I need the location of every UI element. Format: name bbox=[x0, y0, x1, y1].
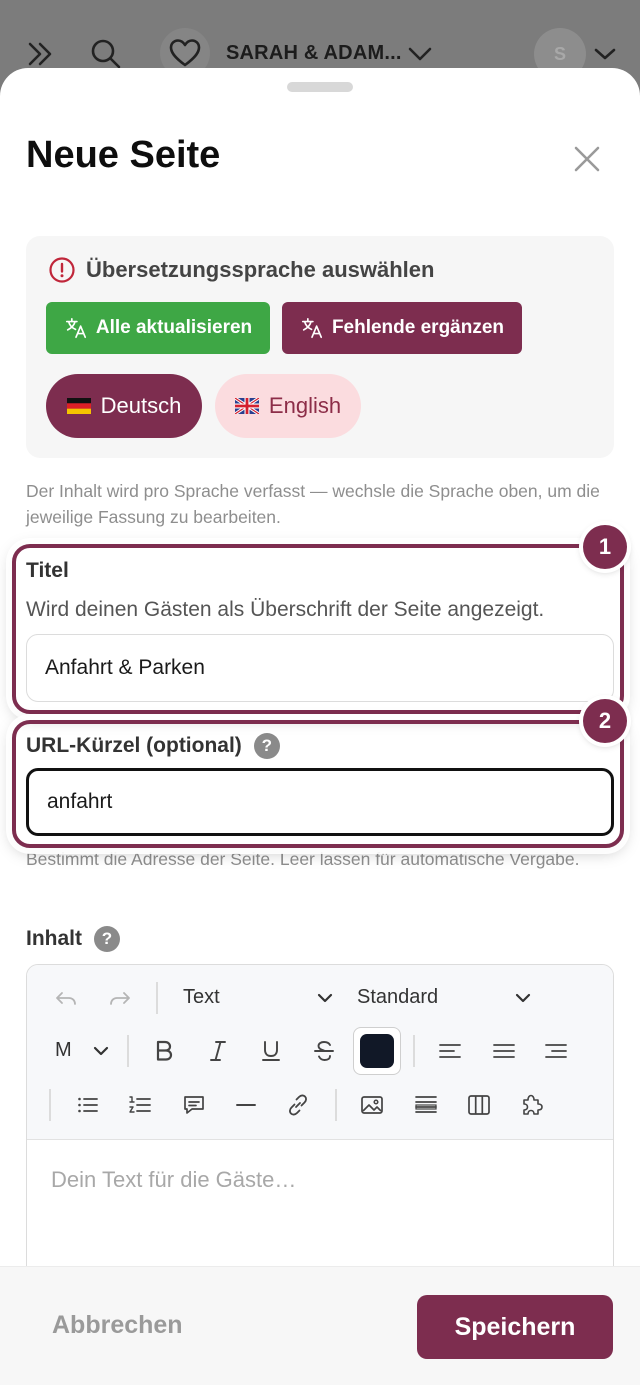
help-icon[interactable]: ? bbox=[94, 926, 120, 952]
search-icon[interactable] bbox=[88, 36, 124, 72]
content-label: Inhalt bbox=[26, 927, 82, 950]
quote-icon[interactable] bbox=[179, 1090, 209, 1120]
translation-heading: Übersetzungssprache auswählen bbox=[48, 256, 434, 284]
horizontal-rule-icon[interactable] bbox=[231, 1090, 261, 1120]
toolbar-divider bbox=[127, 1035, 129, 1067]
puzzle-icon[interactable] bbox=[517, 1090, 547, 1120]
fill-missing-label: Fehlende ergänzen bbox=[331, 317, 505, 338]
slug-label-row: URL-Kürzel (optional) ? bbox=[26, 733, 280, 759]
update-all-button[interactable]: Alle aktualisieren bbox=[46, 302, 270, 354]
block-type-value: Text bbox=[183, 986, 220, 1008]
step-badge-2: 2 bbox=[583, 699, 627, 743]
close-icon[interactable] bbox=[568, 140, 606, 178]
editor-toolbar: Text Standard M bbox=[27, 965, 613, 1140]
chevron-down-icon bbox=[93, 1046, 109, 1055]
event-name[interactable]: SARAH & ADAM... bbox=[226, 42, 402, 65]
save-button[interactable]: Speichern bbox=[417, 1295, 613, 1359]
content-label-row: Inhalt ? bbox=[26, 926, 120, 952]
avatar-chevron-icon[interactable] bbox=[590, 36, 620, 72]
translate-icon bbox=[301, 317, 322, 339]
link-icon[interactable] bbox=[283, 1090, 313, 1120]
align-center-icon[interactable] bbox=[489, 1036, 519, 1066]
alert-icon bbox=[49, 257, 75, 283]
drag-handle[interactable] bbox=[287, 82, 353, 92]
toolbar-divider bbox=[49, 1089, 51, 1121]
text-color-fill bbox=[360, 1034, 394, 1068]
font-size-value: M bbox=[55, 1039, 72, 1061]
translation-panel: Übersetzungssprache auswählen Alle aktua… bbox=[26, 236, 614, 458]
step-badge-1: 1 bbox=[583, 525, 627, 569]
toolbar-divider bbox=[413, 1035, 415, 1067]
image-icon[interactable] bbox=[357, 1090, 387, 1120]
uk-flag-icon bbox=[234, 398, 259, 414]
translation-heading-text: Übersetzungssprache auswählen bbox=[86, 257, 435, 282]
language-label: English bbox=[268, 393, 342, 418]
translate-icon bbox=[65, 317, 86, 339]
sheet-title: Neue Seite bbox=[26, 134, 221, 176]
columns-icon[interactable] bbox=[464, 1090, 494, 1120]
editor-placeholder[interactable]: Dein Text für die Gäste… bbox=[51, 1167, 296, 1193]
align-left-icon[interactable] bbox=[435, 1036, 465, 1066]
chevron-down-icon[interactable] bbox=[402, 36, 438, 72]
cancel-button[interactable]: Abbrechen bbox=[52, 1311, 183, 1340]
chevron-down-icon bbox=[515, 993, 531, 1002]
slug-label: URL-Kürzel (optional) bbox=[26, 734, 242, 757]
text-style-select[interactable]: Standard bbox=[357, 986, 533, 1009]
undo-icon[interactable] bbox=[51, 983, 81, 1013]
double-chevron-icon[interactable] bbox=[22, 36, 58, 72]
language-pill-english[interactable]: English bbox=[215, 374, 361, 438]
chevron-down-icon bbox=[317, 993, 333, 1002]
font-size-select[interactable]: M bbox=[55, 1039, 111, 1062]
text-style-value: Standard bbox=[357, 986, 439, 1008]
toolbar-divider bbox=[335, 1089, 337, 1121]
text-color-swatch[interactable] bbox=[353, 1027, 401, 1075]
strikethrough-icon[interactable] bbox=[309, 1036, 339, 1066]
language-pill-deutsch[interactable]: Deutsch bbox=[46, 374, 202, 438]
title-description: Wird deinen Gästen als Überschrift der S… bbox=[26, 598, 545, 621]
new-page-sheet: Neue Seite Übersetzungssprache auswählen… bbox=[0, 68, 640, 1385]
toolbar-divider bbox=[156, 982, 158, 1014]
underline-icon[interactable] bbox=[256, 1036, 286, 1066]
translation-hint: Der Inhalt wird pro Sprache verfasst — w… bbox=[26, 481, 600, 527]
fill-missing-button[interactable]: Fehlende ergänzen bbox=[282, 302, 522, 354]
title-label: Titel bbox=[26, 559, 69, 582]
title-input[interactable]: Anfahrt & Parken bbox=[26, 634, 614, 702]
slug-hint: Bestimmt die Adresse der Seite. Leer las… bbox=[26, 849, 580, 869]
bullet-list-icon[interactable] bbox=[73, 1090, 103, 1120]
italic-icon[interactable] bbox=[203, 1036, 233, 1066]
text-block-icon[interactable] bbox=[411, 1090, 441, 1120]
block-type-select[interactable]: Text bbox=[183, 986, 335, 1009]
help-icon[interactable]: ? bbox=[253, 733, 280, 759]
update-all-label: Alle aktualisieren bbox=[95, 317, 253, 338]
slug-input[interactable]: anfahrt bbox=[26, 768, 614, 836]
content-editor: Text Standard M Dein Text für die Gäste… bbox=[26, 964, 614, 1304]
german-flag-icon bbox=[66, 398, 91, 414]
numbered-list-icon[interactable] bbox=[125, 1090, 155, 1120]
language-label: Deutsch bbox=[100, 393, 182, 418]
align-right-icon[interactable] bbox=[541, 1036, 571, 1066]
redo-icon[interactable] bbox=[105, 983, 135, 1013]
sheet-footer: Abbrechen Speichern bbox=[0, 1266, 640, 1385]
bold-icon[interactable] bbox=[149, 1036, 179, 1066]
